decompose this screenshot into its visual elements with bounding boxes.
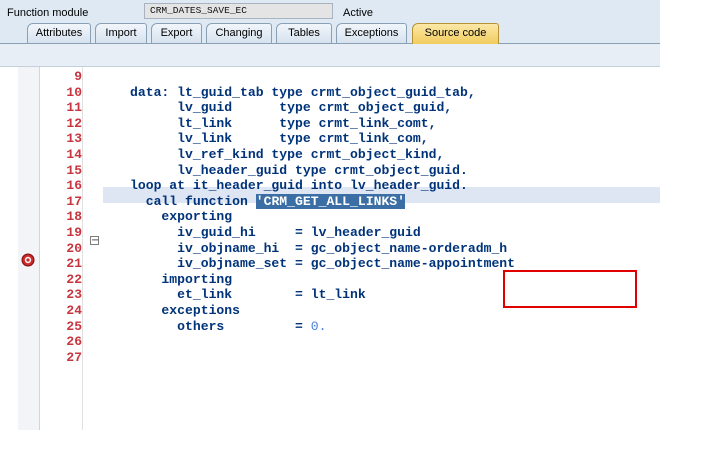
code-line[interactable]: iv_objname_hi = gc_object_name-orderadm_… [130,241,507,257]
function-builder-window: Function module CRM_DATES_SAVE_EC Active… [0,0,660,430]
line-number: 12 [66,115,82,131]
line-number: 22 [66,271,82,287]
function-module-name-field[interactable]: CRM_DATES_SAVE_EC [144,3,333,19]
others-value: 0. [310,318,327,334]
tab-tables[interactable]: Tables [276,23,332,43]
line-number: 21 [66,256,82,272]
line-number: 15 [66,162,82,178]
line-number: 9 [74,69,82,84]
editor-toolbar [0,44,660,67]
status-text: Active [343,7,373,19]
tab-changing[interactable]: Changing [206,23,272,43]
function-module-label: Function module [7,7,89,19]
code-line[interactable]: iv_objname_set = gc_object_name-appointm… [130,256,515,272]
line-number: 23 [66,287,82,303]
line-number: 16 [66,178,82,194]
line-number: 10 [66,84,82,100]
code-line[interactable]: lv_link type crmt_link_com, [130,131,428,147]
code-line[interactable]: lv_guid type crmt_object_guid, [130,100,452,116]
line-number: 25 [66,318,82,334]
code-call-function: call function [130,193,256,209]
tab-export[interactable]: Export [151,23,202,43]
header-area: Function module CRM_DATES_SAVE_EC Active… [0,0,660,44]
code-line[interactable]: exceptions [130,303,240,319]
line-number-gutter: 9 10 11 12 13 14 15 16 17 18 19 20 21 22… [40,67,82,430]
line-number: 18 [66,209,82,225]
code-line[interactable]: others = 0. [130,319,326,335]
selected-function-name[interactable]: 'CRM_GET_ALL_LINKS' [255,193,406,209]
line-number: 13 [66,131,82,147]
code-line[interactable]: call function 'CRM_GET_ALL_LINKS' [130,193,406,210]
line-number: 24 [66,303,82,318]
line-number: 19 [66,225,82,240]
code-line[interactable]: lv_header_guid type crmt_object_guid. [130,163,468,179]
tab-source-code[interactable]: Source code [412,23,499,44]
line-number: 26 [66,334,82,350]
breakpoint-gutter[interactable] [18,67,40,430]
code-line[interactable]: importing [130,272,232,288]
line-number: 11 [66,100,82,116]
code-line[interactable]: lt_link type crmt_link_comt, [130,116,436,132]
code-line[interactable]: loop at it_header_guid into lv_header_gu… [130,178,468,194]
tab-attributes[interactable]: Attributes [27,23,91,43]
code-line[interactable]: exporting [130,209,232,225]
code-line[interactable]: iv_guid_hi = lv_header_guid [130,225,421,241]
line-number: 14 [66,147,82,162]
code-line[interactable]: lv_ref_kind type crmt_object_kind, [130,147,444,163]
tab-import[interactable]: Import [95,23,147,43]
fold-toggle-icon[interactable]: − [90,236,99,246]
line-number: 20 [66,240,82,256]
line-number: 27 [66,349,82,365]
code-line[interactable]: et_link = lt_link [130,287,366,303]
fold-gutter [83,67,103,430]
annotation-highlight-box [503,270,637,308]
line-number: 17 [66,193,82,209]
breakpoint-icon[interactable] [21,253,35,267]
code-others: others = [130,318,311,334]
tab-exceptions[interactable]: Exceptions [336,23,407,43]
code-line[interactable]: data: lt_guid_tab type crmt_object_guid_… [130,85,476,101]
